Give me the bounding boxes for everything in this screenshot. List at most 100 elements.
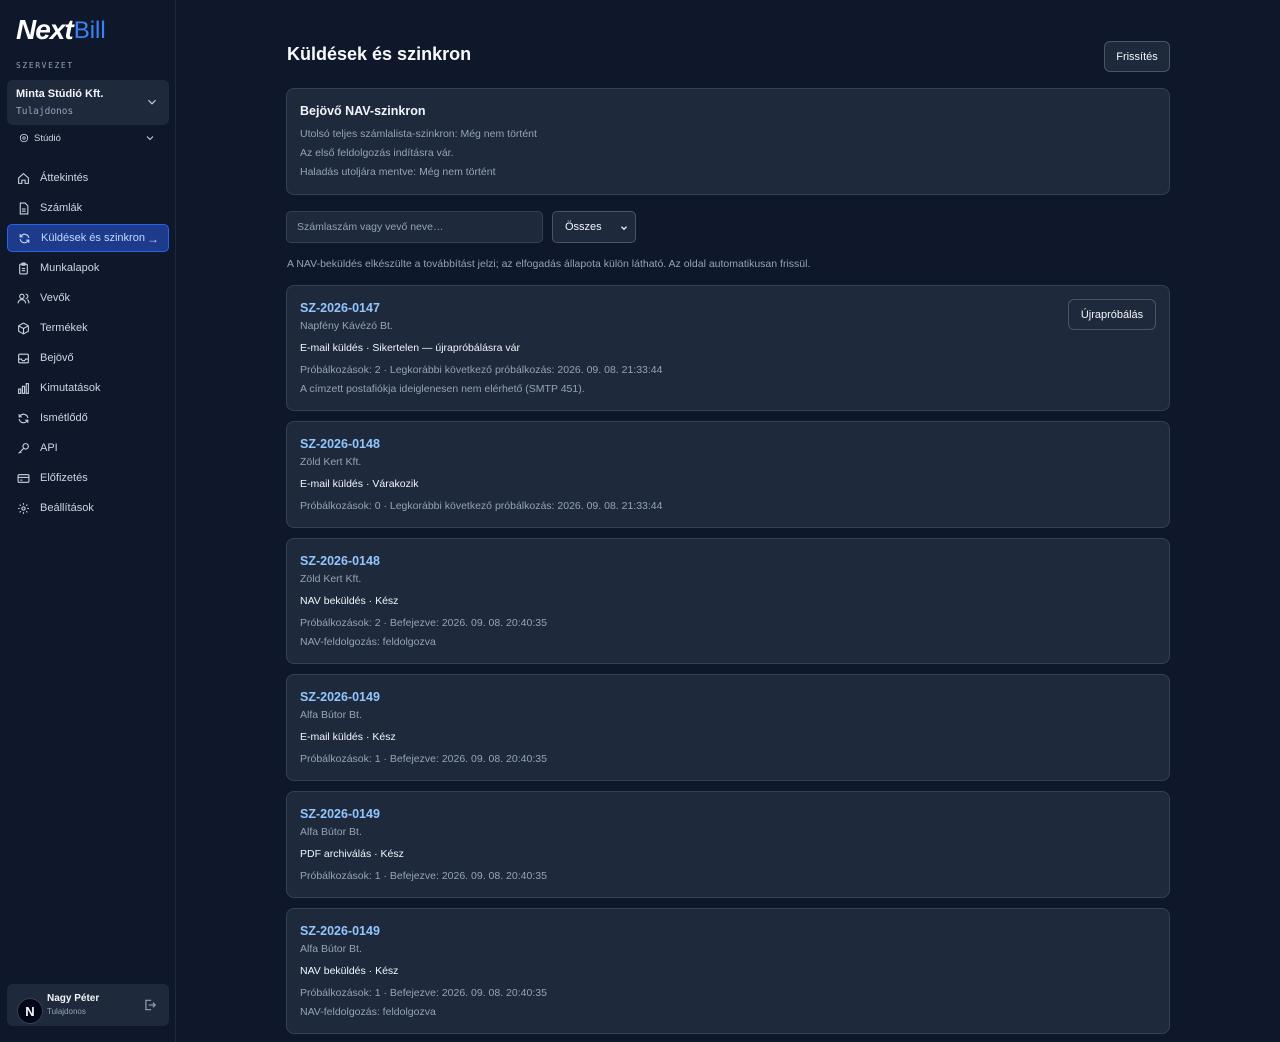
job-status: E-mail küldés · Várakozik [300, 478, 419, 490]
sidebar-item-label: Termékek [40, 322, 88, 334]
sidebar-item-overview[interactable]: Áttekintés [7, 164, 169, 192]
sidebar-item-label: Számlák [40, 202, 83, 214]
job-error-message: A címzett postafiókja ideiglenesen nem e… [300, 383, 585, 395]
sidebar-item-label: Áttekintés [40, 172, 89, 184]
sync-status-line: Haladás utoljára mentve: Még nem történt [300, 166, 496, 178]
sidebar-item-worksheets[interactable]: Munkalapok [7, 254, 169, 282]
gear-icon [18, 502, 29, 514]
job-status: E-mail küldés · Sikertelen — újrapróbálá… [300, 342, 521, 354]
brand-name-secondary: Bill [73, 17, 106, 44]
sidebar-item-inbox[interactable]: Bejövő [7, 344, 169, 372]
customer-name: Alfa Bútor Bt. [300, 943, 362, 955]
sidebar-item-reports[interactable]: Kimutatások [7, 374, 169, 402]
sidebar-item-invoices[interactable]: Számlák [7, 194, 169, 222]
job-attempts: Próbálkozások: 0 · Legkorábbi következő … [300, 500, 663, 512]
users-icon [17, 293, 30, 303]
organization-switcher[interactable]: Minta Stúdió Kft. Tulajdonos [7, 80, 169, 125]
sync-icon [19, 233, 30, 243]
credit-card-icon [17, 473, 30, 483]
arrow-right-icon: → [147, 232, 159, 246]
organization-role: Tulajdonos [16, 106, 74, 117]
chevron-down-icon [146, 136, 154, 141]
sidebar-item-products[interactable]: Termékek [7, 314, 169, 342]
clipboard-icon [19, 262, 28, 274]
sidebar-item-label: API [40, 442, 58, 454]
sidebar-item-label: Előfizetés [40, 472, 88, 484]
key-icon [18, 442, 29, 454]
job-status: NAV beküldés · Kész [300, 595, 399, 607]
page-title: Küldések és szinkron [287, 44, 472, 64]
retry-button[interactable]: Újrapróbálás [1068, 299, 1156, 330]
user-card: N Nagy Péter Tulajdonos [7, 984, 169, 1026]
job-attempts: Próbálkozások: 1 · Befejezve: 2026. 09. … [300, 753, 547, 765]
chevron-down-icon [148, 99, 156, 105]
nav-processing-status: NAV-feldolgozás: feldolgozva [300, 1006, 436, 1018]
job-status: NAV beküldés · Kész [300, 965, 399, 977]
invoice-number-link[interactable]: SZ-2026-0148 [300, 554, 380, 568]
organization-name: Minta Stúdió Kft. [16, 88, 104, 100]
job-attempts: Próbálkozások: 2 · Legkorábbi következő … [300, 364, 663, 376]
invoice-number-link[interactable]: SZ-2026-0149 [300, 924, 380, 938]
workspace-switcher[interactable]: Stúdió [19, 131, 159, 145]
job-attempts: Próbálkozások: 1 · Befejezve: 2026. 09. … [300, 870, 547, 882]
nav-processing-status: NAV-feldolgozás: feldolgozva [300, 636, 436, 648]
section-label-organization: SZERVEZET [16, 61, 74, 70]
info-hint: A NAV-beküldés elkészülte a továbbítást … [287, 258, 811, 270]
customer-name: Alfa Bútor Bt. [300, 826, 362, 838]
status-filter-value: Összes [565, 221, 602, 233]
user-name: Nagy Péter [47, 993, 100, 1004]
job-attempts: Próbálkozások: 1 · Befejezve: 2026. 09. … [300, 987, 547, 999]
job-card: SZ-2026-0149 Alfa Bútor Bt. NAV beküldés… [286, 908, 1170, 1034]
job-attempts: Próbálkozások: 2 · Befejezve: 2026. 09. … [300, 617, 547, 629]
location-pin-icon [19, 133, 29, 143]
invoice-number-link[interactable]: SZ-2026-0149 [300, 807, 380, 821]
job-card: SZ-2026-0148 Zöld Kert Kft. E-mail küldé… [286, 421, 1170, 528]
customer-name: Zöld Kert Kft. [300, 456, 362, 468]
sidebar-item-label: Vevők [40, 292, 70, 304]
invoice-number-link[interactable]: SZ-2026-0148 [300, 437, 380, 451]
sidebar-item-settings[interactable]: Beállítások [7, 494, 169, 522]
sidebar-item-subscription[interactable]: Előfizetés [7, 464, 169, 492]
invoice-number-link[interactable]: SZ-2026-0149 [300, 690, 380, 704]
sidebar-item-label: Küldések és szinkron [41, 232, 145, 244]
job-card: SZ-2026-0149 Alfa Bútor Bt. PDF archivál… [286, 791, 1170, 898]
refresh-button[interactable]: Frissítés [1104, 41, 1170, 72]
customer-name: Zöld Kert Kft. [300, 573, 362, 585]
sync-status-line: Az első feldolgozás indításra vár. [300, 147, 454, 159]
sidebar-item-label: Bejövő [40, 352, 74, 364]
sidebar-item-recurring[interactable]: Ismétlődő [7, 404, 169, 432]
sidebar-item-api[interactable]: API [7, 434, 169, 462]
inbox-icon [18, 353, 29, 363]
sidebar-nav: Áttekintés Számlák Küldések és szinkron … [7, 164, 169, 524]
invoice-number-link[interactable]: SZ-2026-0147 [300, 301, 380, 315]
nav-sync-card: Bejövő NAV-szinkron Utolsó teljes számla… [286, 88, 1170, 195]
brand-name-primary: Next [16, 14, 74, 45]
sidebar: Next Bill SZERVEZET Minta Stúdió Kft. Tu… [0, 0, 176, 1042]
repeat-icon [18, 413, 29, 423]
customer-name: Alfa Bútor Bt. [300, 709, 362, 721]
sidebar-item-customers[interactable]: Vevők [7, 284, 169, 312]
workspace-name: Stúdió [34, 132, 61, 144]
chevron-down-icon [621, 226, 627, 231]
job-status: PDF archiválás · Kész [300, 848, 404, 860]
status-filter-select[interactable]: Összes [552, 211, 636, 243]
sidebar-item-label: Munkalapok [40, 262, 100, 274]
avatar[interactable]: N [17, 998, 43, 1024]
box-icon [18, 321, 29, 335]
bar-chart-icon [18, 382, 29, 394]
job-card: SZ-2026-0147 Napfény Kávézó Bt. E-mail k… [286, 285, 1170, 411]
home-icon [18, 172, 29, 184]
document-icon [19, 202, 29, 214]
search-input[interactable] [286, 211, 543, 243]
job-card: SZ-2026-0149 Alfa Bútor Bt. E-mail küldé… [286, 674, 1170, 781]
brand-logo[interactable]: Next Bill [16, 14, 106, 44]
job-status: E-mail küldés · Kész [300, 731, 396, 743]
sidebar-item-label: Beállítások [40, 502, 94, 514]
sidebar-item-label: Ismétlődő [40, 412, 88, 424]
sidebar-item-label: Kimutatások [40, 382, 101, 394]
logout-icon[interactable] [143, 998, 157, 1012]
sidebar-item-dispatch-sync[interactable]: Küldések és szinkron → [7, 224, 169, 252]
customer-name: Napfény Kávézó Bt. [300, 320, 393, 332]
sync-status-line: Utolsó teljes számlalista-szinkron: Még … [300, 128, 537, 140]
sync-card-title: Bejövő NAV-szinkron [300, 104, 426, 118]
